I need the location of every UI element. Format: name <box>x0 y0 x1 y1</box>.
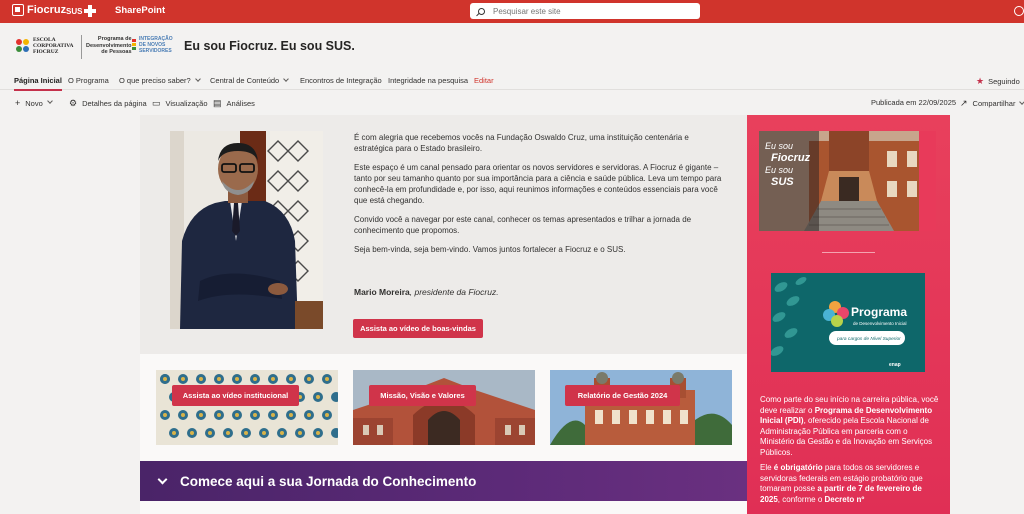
nav-item-pagina-inicial[interactable]: Página Inicial <box>14 76 62 91</box>
pdi-description: Como parte do seu início na carreira púb… <box>760 395 939 504</box>
welcome-paragraph: É com alegria que recebemos vocês na Fun… <box>354 133 689 153</box>
analytics-button[interactable]: ▤ Análises <box>213 98 255 109</box>
banner-eu-sou-2: Eu sou <box>765 165 793 175</box>
fiocruz-logo-icon <box>12 4 24 16</box>
nav-item-encontros-de-integracao[interactable]: Encontros de Integração <box>300 76 382 85</box>
journey-title: Comece aqui a sua Jornada do Conheciment… <box>180 473 477 489</box>
analytics-icon: ▤ <box>213 98 222 108</box>
nav-item-o-programa[interactable]: O Programa <box>68 76 109 85</box>
plus-icon: + <box>15 98 21 108</box>
journey-accordion[interactable]: Comece aqui a sua Jornada do Conheciment… <box>140 461 747 501</box>
nav-item-o-que-preciso-saber[interactable]: O que preciso saber? <box>119 76 201 85</box>
integracao-logo-text: INTEGRAÇÃO DE NOVOS SERVIDORES <box>139 36 173 54</box>
chevron-down-icon <box>46 98 53 104</box>
search-icon <box>478 7 485 15</box>
programa-subtitle: de Desenvolvimento Inicial <box>853 321 907 326</box>
banner-eu-sou: Eu sou <box>765 141 793 151</box>
chevron-down-icon <box>194 76 201 82</box>
page-details-button[interactable]: ⚙ Detalhes da página <box>69 98 147 109</box>
signature: Mario Moreira, presidente da Fiocruz. <box>354 287 499 297</box>
sus-logo: SUS <box>66 5 97 17</box>
new-button[interactable]: + Novo <box>15 98 53 108</box>
search-input[interactable] <box>493 6 683 16</box>
welcome-paragraph: Convido você a navegar por este canal, c… <box>354 215 692 235</box>
card-relatorio-button[interactable]: Relatório de Gestão 2024 <box>565 385 680 406</box>
welcome-paragraph: Seja bem-vinda, seja bem-vindo. Vamos ju… <box>354 245 626 254</box>
star-icon: ★ <box>976 76 985 86</box>
view-button[interactable]: ▭ Visualização <box>152 98 208 109</box>
fiocruz-logo[interactable]: Fiocruz <box>12 4 66 16</box>
card-missao-button[interactable]: Missão, Visão e Valores <box>369 385 476 406</box>
programa-logo-icon <box>132 39 136 53</box>
nav-item-integridade-na-pesquisa[interactable]: Integridade na pesquisa <box>388 76 468 85</box>
tile-pattern-image <box>156 370 338 445</box>
logo-divider <box>81 35 82 59</box>
welcome-text: É com alegria que recebemos vocês na Fun… <box>354 132 724 263</box>
banner-sus: SUS <box>771 176 794 188</box>
nav-edit-link[interactable]: Editar <box>474 76 494 85</box>
published-date: Publicada em 22/09/2025 <box>871 98 957 107</box>
chevron-down-icon <box>1019 98 1024 105</box>
preview-icon: ▭ <box>152 98 161 108</box>
chevron-down-icon <box>157 474 168 484</box>
card-missao-visao-valores[interactable] <box>353 370 535 445</box>
plus-icon <box>84 5 97 17</box>
top-navigation: Página Inicial O Programa O que preciso … <box>0 70 1024 91</box>
share-button[interactable]: ↗ Compartilhar <box>960 98 1024 109</box>
programa-title: Programa <box>851 305 907 319</box>
enap-logo: enap <box>889 362 901 368</box>
card-relatorio-gestao[interactable] <box>550 370 732 445</box>
site-header: ESCOLA CORPORATIVA FIOCRUZ Programa de D… <box>0 23 1024 70</box>
eu-sou-fiocruz-banner[interactable]: Eu sou Fiocruz Eu sou SUS <box>759 131 936 231</box>
president-portrait-image <box>170 131 323 329</box>
command-bar: + Novo ⚙ Detalhes da página ▭ Visualizaç… <box>0 91 1024 113</box>
escola-corporativa-logo[interactable]: ESCOLA CORPORATIVA FIOCRUZ <box>16 37 73 55</box>
welcome-paragraph: Este espaço é um canal pensado para orie… <box>354 163 722 205</box>
nav-item-central-de-conteudo[interactable]: Central de Conteúdo <box>210 76 290 85</box>
follow-button[interactable]: ★ Seguindo <box>976 76 1020 87</box>
escola-logo-icon <box>16 39 30 53</box>
share-icon: ↗ <box>960 98 968 108</box>
site-title[interactable]: Eu sou Fiocruz. Eu sou SUS. <box>184 39 355 53</box>
sharepoint-link[interactable]: SharePoint <box>115 5 165 16</box>
banner-fiocruz: Fiocruz <box>771 152 811 164</box>
chevron-down-icon <box>283 76 290 82</box>
suite-bar: Fiocruz SUS SharePoint <box>0 0 1024 23</box>
card-video-institucional[interactable] <box>156 370 338 445</box>
welcome-video-button[interactable]: Assista ao vídeo de boas-vindas <box>353 319 483 338</box>
card-video-institucional-button[interactable]: Assista ao vídeo institucional <box>172 385 299 406</box>
castle-image <box>353 370 535 445</box>
programa-desenvolvimento-banner[interactable]: Programa de Desenvolvimento Inicial para… <box>771 273 925 372</box>
programa-logo-text: Programa de Desenvolvimento de Pessoas <box>86 36 132 55</box>
programa-pill: para cargos de Nível Superior <box>836 336 901 342</box>
building-image <box>550 370 732 445</box>
gear-icon: ⚙ <box>69 98 78 108</box>
account-icon[interactable] <box>1014 6 1024 16</box>
search-box[interactable] <box>470 3 700 19</box>
right-divider <box>822 252 875 253</box>
